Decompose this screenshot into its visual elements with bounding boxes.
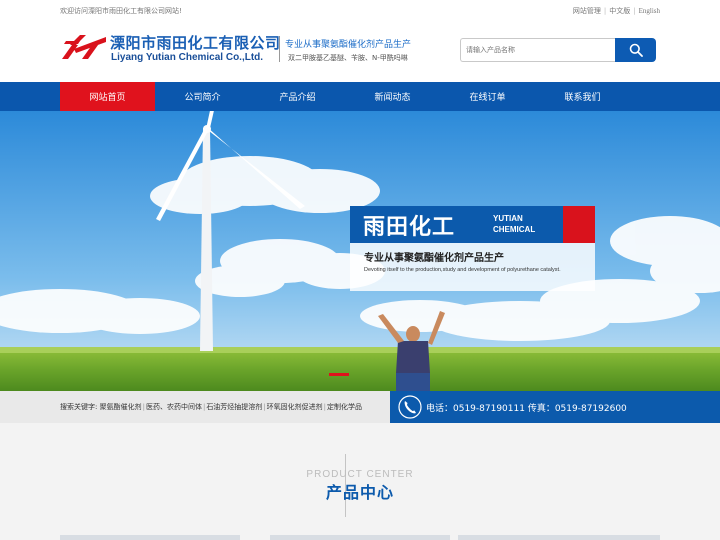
promo-accent [563,206,595,243]
product-card[interactable] [458,535,660,540]
search-box [460,38,656,62]
chinese-version-link[interactable]: 中文版 [609,7,630,15]
keyword-link[interactable]: 石油芳烃抽提溶剂 [206,403,262,411]
header: 溧阳市雨田化工有限公司 Liyang Yutian Chemical Co.,L… [0,20,720,82]
banner-promo: 雨田化工 YUTIAN CHEMICAL 专业从事聚氨酯催化剂产品生产 Devo… [350,206,595,291]
promo-title-en-1: YUTIAN [493,214,523,223]
search-button[interactable] [615,38,656,62]
nav-about[interactable]: 公司简介 [155,82,250,111]
contact-text: 电话：0519-87190111 传真：0519-87192600 [426,404,627,414]
keyword-link[interactable]: 医药、农药中间体 [146,403,202,411]
company-name-en: Liyang Yutian Chemical Co.,Ltd. [111,52,264,63]
product-card[interactable] [270,535,450,540]
product-center: PRODUCT CENTER 产品中心 [0,423,720,540]
hero-banner[interactable]: 雨田化工 YUTIAN CHEMICAL 专业从事聚氨酯催化剂产品生产 Devo… [0,111,720,391]
contact-box: 电话：0519-87190111 传真：0519-87192600 [390,391,720,423]
keyword-link[interactable]: 聚氨酯催化剂 [100,403,142,411]
product-card[interactable] [60,535,240,540]
english-version-link[interactable]: English [639,7,660,15]
header-slogan: 专业从事聚氨酯催化剂产品生产 [285,40,412,50]
admin-link[interactable]: 网站管理 [573,7,601,15]
nav-products[interactable]: 产品介绍 [250,82,345,111]
top-links: 网站管理 | 中文版 | English [572,7,660,15]
nav-order[interactable]: 在线订单 [440,82,535,111]
promo-box: 专业从事聚氨酯催化剂产品生产 Devoting itself to the pr… [350,243,595,291]
search-icon [629,43,643,57]
nav-news[interactable]: 新闻动态 [345,82,440,111]
page: 欢迎访问溧阳市雨田化工有限公司网站! 网站管理 | 中文版 | English 溧阳市雨… [0,0,720,540]
company-name-cn: 溧阳市雨田化工有限公司 [110,34,281,52]
product-cards [60,535,660,540]
welcome-text: 欢迎访问溧阳市雨田化工有限公司网站! [60,7,182,15]
phone-icon [398,395,422,419]
promo-title-en-2: CHEMICAL [493,225,536,234]
promo-subtitle-en: Devoting itself to the production,study … [364,267,561,273]
product-center-title-cn: 产品中心 [325,483,394,502]
keyword-link[interactable]: 定制化学品 [327,403,362,411]
slide-indicator[interactable] [329,373,349,376]
nav-home[interactable]: 网站首页 [60,82,155,111]
nav-contact[interactable]: 联系我们 [535,82,630,111]
promo-title-cn: 雨田化工 [363,215,456,240]
header-products: 双二甲胺基乙基醚、苄胺、N-甲酰吗啉 [288,54,408,62]
promo-subtitle-cn: 专业从事聚氨酯催化剂产品生产 [364,253,504,264]
search-input[interactable] [460,38,616,62]
header-divider [279,36,280,62]
keywords-list: 搜索关键字: 聚氨酯催化剂|医药、农药中间体|石油芳烃抽提溶剂|环氧固化剂促进剂… [60,403,363,411]
keywords-label: 搜索关键字: [60,403,98,411]
keyword-link[interactable]: 环氧固化剂促进剂 [267,403,323,411]
top-bar: 欢迎访问溧阳市雨田化工有限公司网站! 网站管理 | 中文版 | English [0,0,720,20]
main-nav: 网站首页 公司简介 产品介绍 新闻动态 在线订单 联系我们 [0,82,720,111]
company-logo-icon[interactable] [60,33,108,61]
